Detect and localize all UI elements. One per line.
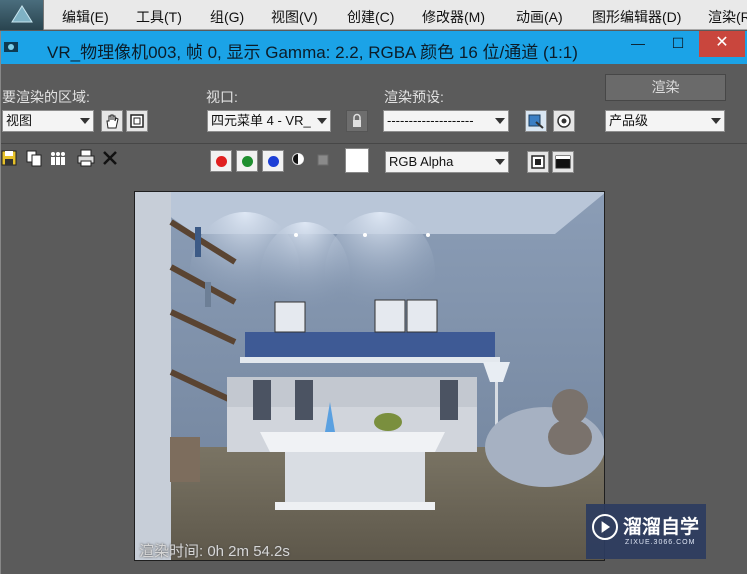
frame-window-icon — [555, 155, 571, 169]
print-icon[interactable] — [77, 149, 95, 167]
chevron-down-icon — [495, 159, 505, 165]
preset-label: 渲染预设: — [384, 89, 444, 105]
watermark-url: ZIXUE.3066.COM — [625, 539, 696, 546]
menu-rendering[interactable]: 渲染(R — [708, 7, 747, 27]
render-frame-window: VR_物理像机003, 帧 0, 显示 Gamma: 2.2, RGBA 颜色 … — [0, 31, 747, 574]
render-setup-icon — [528, 114, 544, 129]
preset-select-value: -------------------- — [387, 113, 474, 128]
app-logo-icon — [11, 5, 33, 23]
mono-icon[interactable] — [291, 152, 305, 166]
toggle-icon[interactable] — [317, 154, 329, 166]
environment-button[interactable] — [553, 110, 575, 132]
render-scene — [135, 192, 604, 560]
area-label: 要渲染的区域: — [2, 89, 90, 105]
menu-create[interactable]: 创建(C) — [347, 7, 394, 27]
clone-icon[interactable] — [49, 149, 67, 167]
green-channel-toggle[interactable] — [236, 150, 258, 172]
play-logo-icon — [592, 514, 618, 540]
green-channel-icon — [242, 156, 253, 167]
lock-viewport-button[interactable] — [346, 110, 368, 132]
red-channel-icon — [216, 156, 227, 167]
window-titlebar[interactable]: VR_物理像机003, 帧 0, 显示 Gamma: 2.2, RGBA 颜色 … — [1, 31, 747, 64]
quality-select-value: 产品级 — [609, 113, 649, 128]
app-window-icon — [4, 42, 18, 52]
preset-select[interactable]: -------------------- — [383, 110, 509, 132]
frame-window-button[interactable] — [552, 151, 574, 173]
viewport-label: 视口: — [206, 89, 238, 105]
region-button[interactable] — [126, 110, 148, 132]
color-swatch[interactable] — [345, 148, 369, 173]
clear-icon[interactable] — [101, 149, 119, 167]
copy-icon[interactable] — [25, 149, 43, 167]
display-channel-button[interactable] — [527, 151, 549, 173]
hand-icon — [106, 114, 119, 129]
save-icon[interactable] — [1, 149, 19, 167]
viewport-select-value: 四元菜单 4 - VR_ — [211, 113, 311, 128]
environment-icon — [557, 114, 571, 128]
render-time-label: 渲染时间: 0h 2m 54.2s — [139, 543, 290, 560]
window-title: VR_物理像机003, 帧 0, 显示 Gamma: 2.2, RGBA 颜色 … — [47, 43, 578, 62]
chevron-down-icon — [80, 118, 90, 124]
region-icon — [130, 114, 144, 128]
render-button[interactable]: 渲染 — [605, 74, 726, 101]
blue-channel-toggle[interactable] — [262, 150, 284, 172]
rendered-image — [134, 191, 605, 561]
pan-button[interactable] — [101, 110, 123, 132]
render-setup-button[interactable] — [525, 110, 547, 132]
maximize-button[interactable]: ☐ — [661, 31, 695, 57]
menu-edit[interactable]: 编辑(E) — [62, 7, 109, 27]
toolbar-divider — [1, 143, 747, 144]
close-button[interactable]: ✕ — [699, 31, 745, 57]
viewport-select[interactable]: 四元菜单 4 - VR_ — [207, 110, 331, 132]
area-select[interactable]: 视图 — [2, 110, 94, 132]
channel-select[interactable]: RGB Alpha — [385, 151, 509, 173]
chevron-down-icon — [495, 118, 505, 124]
minimize-button[interactable]: — — [621, 31, 655, 57]
watermark-brand: 溜溜自学 — [623, 517, 700, 538]
app-logo[interactable] — [0, 0, 44, 30]
chevron-down-icon — [711, 118, 721, 124]
display-icon — [531, 155, 545, 169]
menu-modifiers[interactable]: 修改器(M) — [422, 7, 485, 27]
menu-view[interactable]: 视图(V) — [271, 7, 318, 27]
channel-select-value: RGB Alpha — [389, 154, 454, 169]
area-select-value: 视图 — [6, 113, 33, 128]
menu-tools[interactable]: 工具(T) — [136, 7, 182, 27]
red-channel-toggle[interactable] — [210, 150, 232, 172]
lock-icon — [353, 113, 361, 127]
quality-select[interactable]: 产品级 — [605, 110, 725, 132]
menu-graph-editors[interactable]: 图形编辑器(D) — [592, 7, 681, 27]
app-menubar: 编辑(E) 工具(T) 组(G) 视图(V) 创建(C) 修改器(M) 动画(A… — [0, 0, 747, 30]
menu-group[interactable]: 组(G) — [210, 7, 244, 27]
blue-channel-icon — [268, 156, 279, 167]
menu-animation[interactable]: 动画(A) — [516, 7, 563, 27]
watermark: 溜溜自学 ZIXUE.3066.COM — [586, 504, 706, 559]
chevron-down-icon — [317, 118, 327, 124]
